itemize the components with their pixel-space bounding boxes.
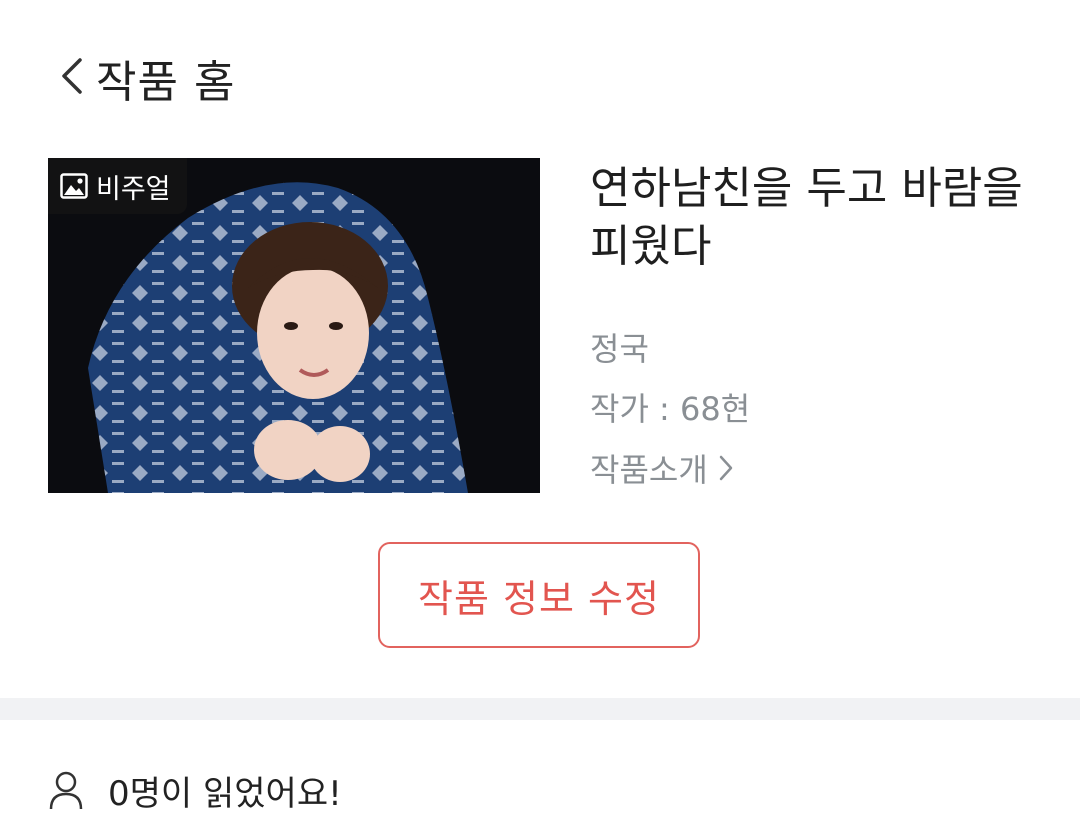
page-title: 작품 홈 [96, 57, 236, 108]
work-intro-label: 작품소개 [590, 451, 708, 489]
chevron-right-icon [719, 455, 733, 481]
visual-badge: 비주얼 [48, 158, 187, 214]
character-name: 정국 [590, 330, 649, 368]
readers-count: 0명이 읽었어요! [48, 765, 342, 815]
author-line: 작가 : 68현 [590, 390, 751, 428]
work-cover-image[interactable]: 비주얼 [48, 158, 540, 493]
visual-badge-label: 비주얼 [96, 173, 171, 205]
section-divider [0, 698, 1080, 720]
back-button[interactable] [52, 52, 92, 100]
image-icon [60, 173, 88, 199]
chevron-left-icon [62, 58, 82, 94]
readers-count-text: 0명이 읽었어요! [108, 773, 342, 814]
person-icon [49, 771, 83, 810]
work-info: 연하남친을 두고 바람을 피웠다 [590, 160, 1060, 276]
app-header: 작품 홈 [0, 0, 1080, 150]
edit-work-info-button[interactable]: 작품 정보 수정 [378, 542, 700, 648]
work-intro-link[interactable]: 작품소개 [590, 445, 734, 491]
work-title: 연하남친을 두고 바람을 피웠다 [590, 163, 1023, 272]
